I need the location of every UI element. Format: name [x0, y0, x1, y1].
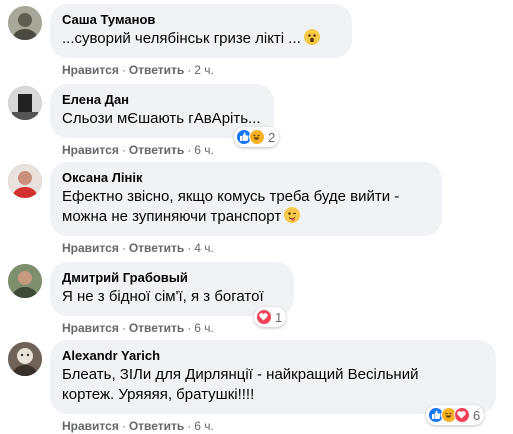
reply-link[interactable]: Ответить — [129, 419, 184, 433]
comment-text: Я не з бідної сім'ї, я з богатої — [62, 288, 264, 305]
haha-reaction-icon — [249, 129, 265, 145]
reaction-count: 2 — [268, 129, 276, 145]
like-link[interactable]: Нравится — [62, 419, 119, 433]
comment-bubble: Оксана Лінік Ефектно звісно, якщо комусь… — [50, 162, 442, 236]
comment-text-content: ...суворий челябінськ гризе лікті ... — [62, 30, 301, 47]
comment-actions: Нравится · Ответить · 6 ч. — [62, 143, 214, 157]
like-link[interactable]: Нравится — [62, 143, 119, 157]
comment-author[interactable]: Саша Туманов — [62, 12, 340, 28]
reply-link[interactable]: Ответить — [129, 321, 184, 335]
love-reaction-icon — [256, 309, 272, 325]
avatar[interactable] — [8, 6, 42, 40]
comment-text-line: можна не зупиняючи транспорт — [62, 207, 430, 227]
avatar-photo-icon — [8, 86, 42, 120]
like-link[interactable]: Нравится — [62, 241, 119, 255]
comment-text-content: можна не зупиняючи транспорт — [62, 208, 282, 225]
avatar-photo-icon — [8, 6, 42, 40]
reaction-count: 6 — [473, 407, 481, 423]
love-reaction-icon — [454, 407, 470, 423]
reaction-summary[interactable]: 2 — [234, 127, 280, 147]
comment-author[interactable]: Оксана Лінік — [62, 170, 430, 186]
wink-tongue-face-icon — [284, 207, 301, 223]
comment-text: Ефектно звісно, якщо комусь треба буде в… — [62, 187, 430, 227]
comment-bubble: Саша Туманов ...суворий челябінськ гризе… — [50, 4, 352, 58]
avatar-photo-icon — [8, 342, 42, 376]
comment-text: Блеать, ЗІЛи для Дирлянції - найкращий В… — [62, 365, 484, 405]
comment-time[interactable]: 6 ч. — [194, 419, 214, 433]
comment-text: ...суворий челябінськ гризе лікті ... — [62, 29, 340, 49]
comment-text-line: Блеать, ЗІЛи для Дирлянції - найкращий В… — [62, 366, 419, 383]
astonished-face-icon — [303, 29, 320, 45]
comment-text: Сльози мЄшають гАвАріть... — [62, 110, 261, 127]
comment-author[interactable]: Елена Дан — [62, 92, 262, 108]
avatar[interactable] — [8, 342, 42, 376]
comment-author[interactable]: Дмитрий Грабовый — [62, 270, 282, 286]
comment-time[interactable]: 6 ч. — [194, 321, 214, 335]
reaction-summary[interactable]: 6 — [426, 405, 485, 425]
comment-time[interactable]: 4 ч. — [194, 241, 214, 255]
avatar-photo-icon — [8, 264, 42, 298]
comment-actions: Нравится · Ответить · 6 ч. — [62, 321, 214, 335]
like-link[interactable]: Нравится — [62, 321, 119, 335]
comment-text-line: Ефектно звісно, якщо комусь треба буде в… — [62, 188, 400, 205]
reply-link[interactable]: Ответить — [129, 241, 184, 255]
avatar-photo-icon — [8, 164, 42, 198]
reply-link[interactable]: Ответить — [129, 143, 184, 157]
comment-time[interactable]: 2 ч. — [194, 63, 214, 77]
comment-actions: Нравится · Ответить · 2 ч. — [62, 63, 214, 77]
like-link[interactable]: Нравится — [62, 63, 119, 77]
comment-time[interactable]: 6 ч. — [194, 143, 214, 157]
comment-actions: Нравится · Ответить · 6 ч. — [62, 419, 214, 433]
reaction-summary[interactable]: 1 — [254, 307, 287, 327]
avatar[interactable] — [8, 164, 42, 198]
comment-bubble: Alexandr Yarich Блеать, ЗІЛи для Дирлянц… — [50, 340, 496, 414]
comment-text-line: кортеж. Уряяяя, братушкі!!!! — [62, 386, 255, 403]
avatar[interactable] — [8, 86, 42, 120]
comment-actions: Нравится · Ответить · 4 ч. — [62, 241, 214, 255]
avatar[interactable] — [8, 264, 42, 298]
comment-author[interactable]: Alexandr Yarich — [62, 348, 484, 364]
reaction-count: 1 — [275, 309, 283, 325]
reply-link[interactable]: Ответить — [129, 63, 184, 77]
